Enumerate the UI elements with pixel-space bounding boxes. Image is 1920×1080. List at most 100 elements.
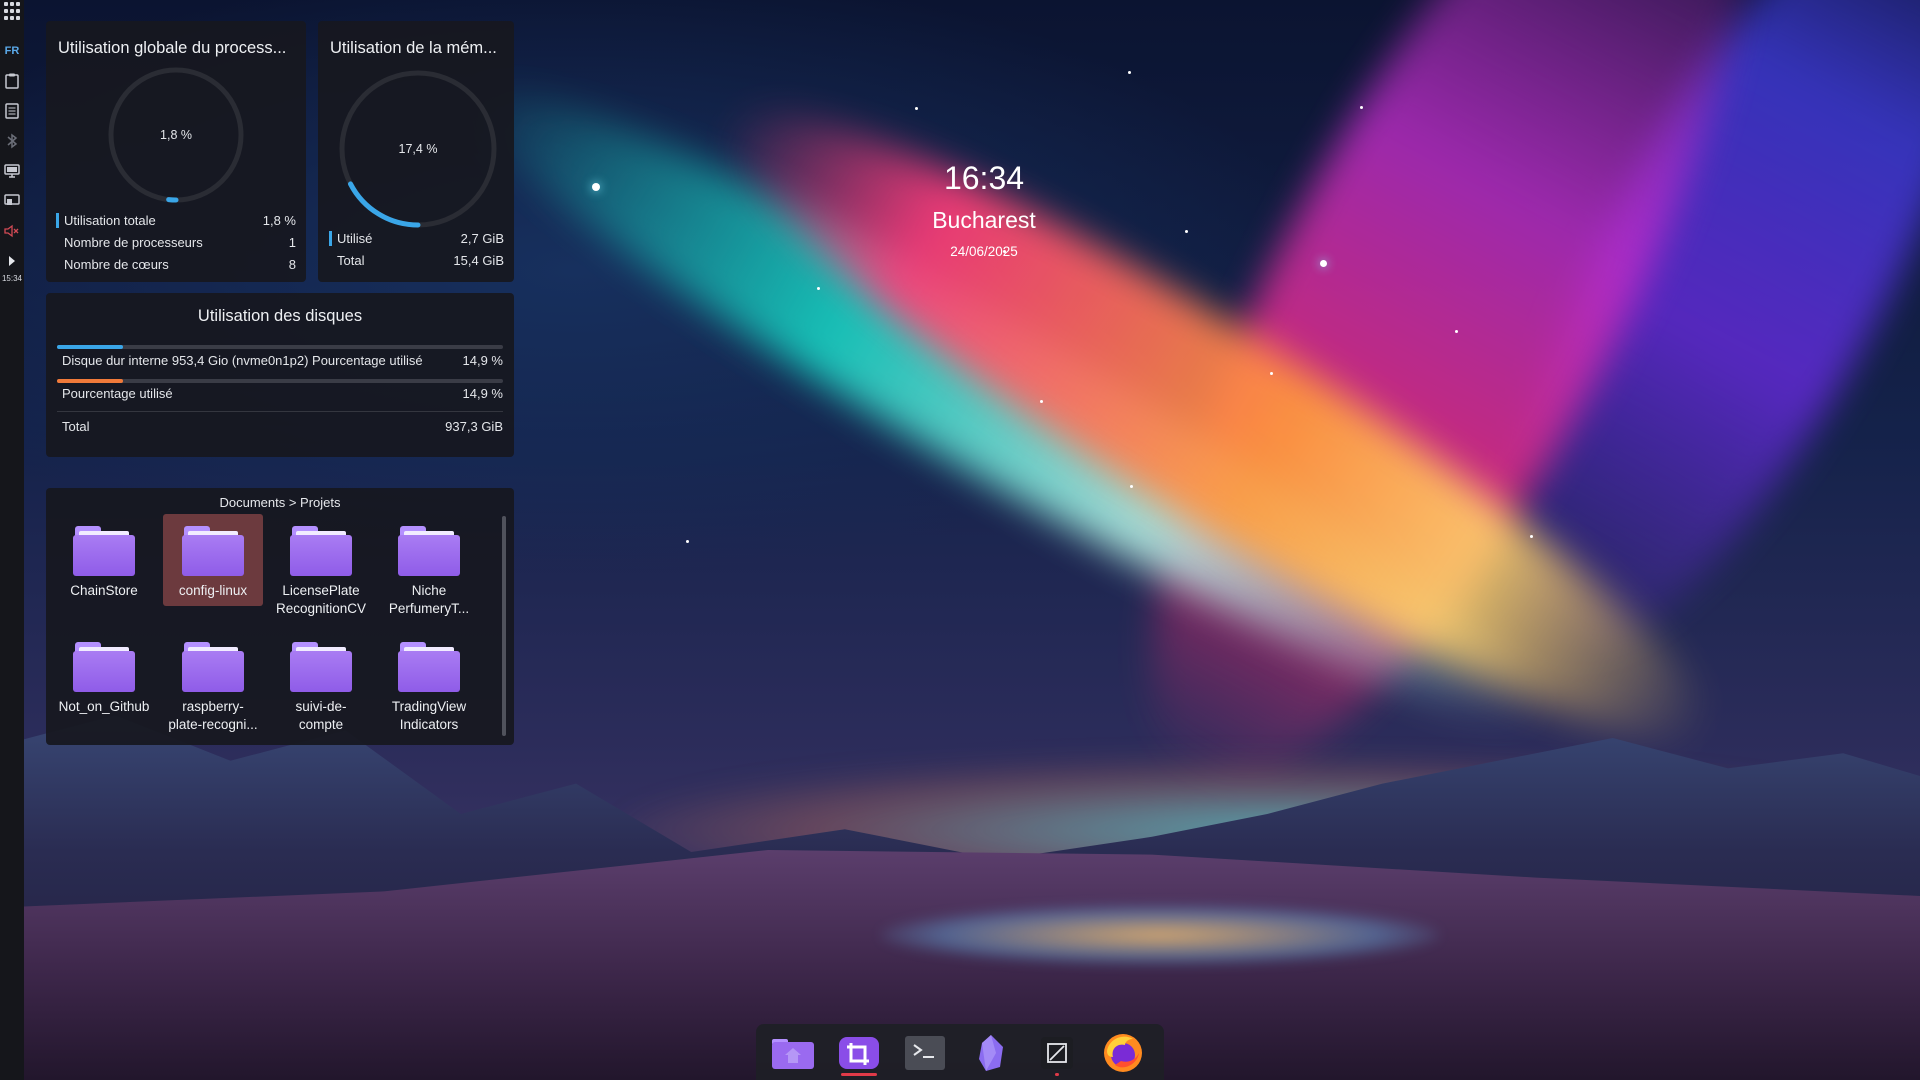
disk-row-value: 937,3 GiB [445,419,503,434]
star [1040,400,1043,403]
star [1185,230,1188,233]
folder-label: config-linux [178,583,248,598]
star [1455,330,1458,333]
dock-terminal[interactable] [900,1030,950,1076]
memory-usage-widget: Utilisation de la mém... 17,4 % Utilisé … [318,21,514,282]
running-app-indicator [1055,1073,1059,1076]
display-settings-icon[interactable] [3,162,21,180]
notes-icon[interactable] [3,102,21,120]
cpu-row-value: 1 [288,235,296,250]
disk-widget-title: Utilisation des disques [197,307,363,325]
cpu-processor-count-row: Nombre de processeurs 1 [59,235,296,250]
star [817,287,820,290]
disk-row-label: Disque dur interne 953,4 Gio (nvme0n1p2)… [62,353,423,368]
cpu-total-usage-row: Utilisation totale 1,8 % [56,213,296,228]
disk-usage-widget: Utilisation des disques Disque dur inter… [46,293,514,457]
folder-item-selected[interactable]: config-linux [163,514,263,606]
disk-row-label: Pourcentage utilisé [62,386,173,401]
disk-percentage-bar [57,379,503,383]
screen-share-icon[interactable] [3,192,21,210]
star [686,540,689,543]
disk-row-value: 14,9 % [462,386,503,401]
cpu-row-value: 8 [288,257,296,272]
clock-time: 16:34 [943,160,1025,196]
folder-icon [73,526,135,576]
memory-gauge-label: 17,4 % [399,142,438,156]
dock-file-manager[interactable] [768,1030,818,1076]
star [1270,372,1273,375]
star [1360,106,1363,109]
folder-view-widget: Documents > Projets ChainStore config-li… [46,488,514,745]
folder-label: ChainStore [70,583,138,598]
folder-label-line2: PerfumeryT... [388,601,470,616]
volume-muted-icon[interactable] [3,222,21,240]
memory-total-row: Total 15,4 GiB [332,253,504,268]
folder-icon [182,642,244,692]
disk-internal-row: Disque dur interne 953,4 Gio (nvme0n1p2)… [57,353,503,368]
obsidian-icon [979,1035,1003,1071]
keyboard-layout-indicator[interactable]: FR [3,42,21,60]
disk-percentage-row: Pourcentage utilisé 14,9 % [57,386,503,401]
folder-breadcrumb[interactable]: Documents > Projets [46,495,514,510]
folder-item[interactable]: LicensePlate RecognitionCV [271,514,371,618]
folder-icon [290,526,352,576]
dock-screenshot-tool[interactable] [834,1030,884,1076]
folder-item[interactable]: raspberry- plate-recogni... [163,630,263,734]
disk-row-label: Total [62,419,90,434]
folder-scrollbar[interactable] [502,516,506,736]
disk-total-row: Total 937,3 GiB [57,419,503,434]
memory-row-value: 15,4 GiB [453,253,504,268]
terminal-icon [905,1036,945,1070]
cpu-row-value: 1,8 % [262,213,296,228]
folder-item[interactable]: suivi-de- compte [271,630,371,734]
cpu-core-count-row: Nombre de cœurs 8 [59,257,296,272]
folder-item[interactable]: TradingView Indicators [379,630,479,734]
folder-label-line2: Indicators [399,717,459,732]
cpu-row-label: Nombre de processeurs [64,235,203,250]
folder-icon [290,642,352,692]
file-manager-icon [772,1039,814,1069]
memory-gauge: 17,4 % [339,70,497,228]
active-app-indicator [841,1073,877,1076]
folder-item[interactable]: Not_on_Github [54,630,154,716]
firefox-icon [1104,1034,1142,1072]
river-reflection [880,905,1440,965]
folder-label: Niche [411,583,447,598]
memory-widget-title: Utilisation de la mém... [330,39,497,57]
folder-icon [73,642,135,692]
bluetooth-icon[interactable] [3,132,21,150]
memory-row-label: Utilisé [329,231,372,246]
folder-item[interactable]: Niche PerfumeryT... [379,514,479,618]
text-editor-icon [1041,1037,1073,1069]
folder-label: LicensePlate [282,583,360,598]
screenshot-crop-icon [839,1037,879,1069]
star [1320,260,1327,267]
disk-percentage-bar-fill [57,379,124,383]
memory-gauge-arc [348,181,421,228]
disk-usage-bar [57,345,503,349]
panel-clock[interactable]: 15:34 [0,274,24,283]
star [592,183,600,191]
disk-usage-bar-fill [57,345,124,349]
star [1128,71,1131,74]
clock-city: Bucharest [932,207,1036,233]
memory-row-label: Total [337,253,365,268]
dock-firefox[interactable] [1098,1030,1148,1076]
clipboard-icon[interactable] [3,72,21,90]
folder-item[interactable]: ChainStore [54,514,154,600]
folder-icon [398,526,460,576]
app-launcher-icon[interactable] [3,2,21,20]
memory-row-value: 2,7 GiB [460,231,504,246]
dock-text-editor[interactable] [1032,1030,1082,1076]
cpu-gauge-label: 1,8 % [160,128,192,142]
cpu-gauge: 1,8 % [108,67,244,203]
dock-obsidian[interactable] [966,1030,1016,1076]
disk-divider [57,411,503,412]
disk-row-value: 14,9 % [462,353,503,368]
expand-tray-icon[interactable] [3,252,21,270]
clock-date: 24/06/2025 [950,244,1018,259]
folder-label-line2: RecognitionCV [275,601,367,616]
folder-label-line2: compte [298,717,344,732]
folder-icon [182,526,244,576]
star [1130,485,1133,488]
